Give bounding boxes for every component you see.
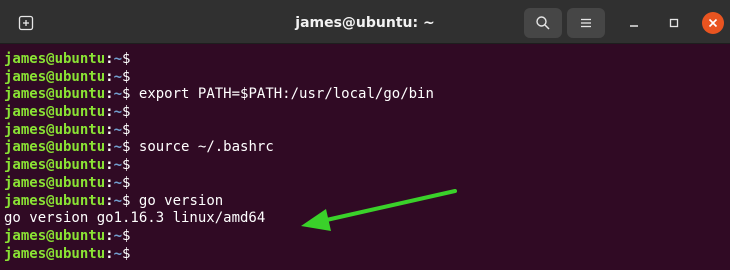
minimize-icon [630,25,638,27]
prompt-symbol: $ [122,121,131,138]
prompt-path: ~ [113,245,123,262]
prompt-path: ~ [113,174,123,191]
prompt-user-host: james@ubuntu [4,104,106,121]
prompt-user-host: james@ubuntu [4,68,106,85]
prompt-user-host: james@ubuntu [4,51,106,67]
prompt-symbol: $ [122,104,131,121]
prompt-symbol: $ [122,227,131,244]
prompt-symbol: $ [122,157,131,174]
prompt-path: ~ [113,104,123,121]
prompt-line: james@ubuntu:~$ [4,122,434,140]
close-icon [708,18,718,28]
prompt-user-host: james@ubuntu [4,227,106,244]
window-title: james@ubuntu: ~ [295,15,435,31]
prompt-symbol: $ [122,174,131,191]
prompt-line: james@ubuntu:~$ [4,157,434,175]
prompt-line: james@ubuntu:~$ [4,104,434,122]
prompt-line: james@ubuntu:~$ [4,69,434,87]
minimize-button[interactable] [624,13,644,33]
maximize-button[interactable] [664,13,684,33]
prompt-user-host: james@ubuntu [4,174,106,191]
prompt-path: ~ [113,51,123,67]
prompt-path: ~ [113,68,123,85]
search-icon [536,16,550,30]
prompt-line: james@ubuntu:~$ go version [4,193,434,211]
command-text: go version [130,192,224,209]
prompt-separator: : [105,192,114,209]
hamburger-menu-icon [581,18,591,28]
menu-button[interactable] [567,8,605,38]
terminal-window: james@ubuntu: ~ james@ubuntu:~$ james@ub… [0,0,730,270]
prompt-separator: : [105,227,114,244]
prompt-symbol: $ [122,245,131,262]
prompt-separator: : [105,51,114,67]
prompt-separator: : [105,157,114,174]
prompt-separator: : [105,245,114,262]
prompt-line: james@ubuntu:~$ source ~/.bashrc [4,139,434,157]
prompt-path: ~ [113,227,123,244]
prompt-separator: : [105,68,114,85]
prompt-line: james@ubuntu:~$ [4,228,434,246]
prompt-user-host: james@ubuntu [4,139,106,156]
command-text: source ~/.bashrc [130,139,274,156]
terminal-lines: james@ubuntu:~$ james@ubuntu:~$ james@ubun… [4,51,434,263]
prompt-path: ~ [113,121,123,138]
prompt-separator: : [105,86,114,103]
command-text: export PATH=$PATH:/usr/local/go/bin [130,86,434,103]
command-output-text: go version go1.16.3 linux/amd64 [4,210,266,227]
prompt-separator: : [105,139,114,156]
prompt-user-host: james@ubuntu [4,245,106,262]
prompt-user-host: james@ubuntu [4,86,106,103]
prompt-user-host: james@ubuntu [4,157,106,174]
prompt-separator: : [105,121,114,138]
prompt-line: james@ubuntu:~$ [4,175,434,193]
search-button[interactable] [524,8,562,38]
output-line: go version go1.16.3 linux/amd64 [4,210,434,228]
prompt-symbol: $ [122,68,131,85]
prompt-path: ~ [113,139,123,156]
prompt-user-host: james@ubuntu [4,121,106,138]
prompt-path: ~ [113,157,123,174]
close-button[interactable] [702,12,724,34]
prompt-line: james@ubuntu:~$ export PATH=$PATH:/usr/l… [4,86,434,104]
prompt-line: james@ubuntu:~$ [4,246,434,264]
prompt-user-host: james@ubuntu [4,192,106,209]
prompt-separator: : [105,104,114,121]
terminal-output-area[interactable]: james@ubuntu:~$ james@ubuntu:~$ james@ubun… [0,45,730,270]
prompt-line: james@ubuntu:~$ [4,51,434,69]
maximize-icon [669,18,679,28]
prompt-path: ~ [113,86,123,103]
prompt-path: ~ [113,192,123,209]
prompt-separator: : [105,174,114,191]
prompt-symbol: $ [122,51,131,67]
title-bar: james@ubuntu: ~ [0,0,730,44]
